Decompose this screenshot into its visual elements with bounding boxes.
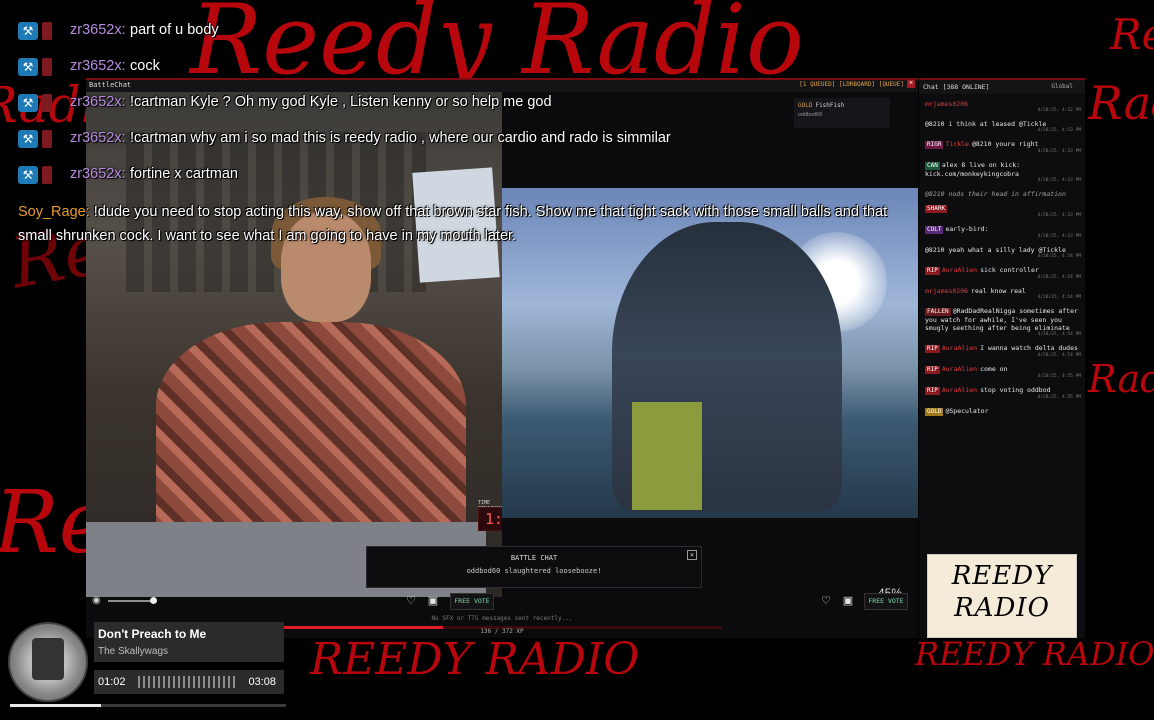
chat-timestamp: 4/28/25, 4:55 PM <box>1037 395 1081 400</box>
chat-text: cock <box>130 58 160 74</box>
waveform-icon <box>138 676 238 688</box>
chat-text: !cartman Kyle ? Oh my god Kyle , Listen … <box>130 94 552 110</box>
chat-message: RIP AuraAlien I wanna watch delta dudes 4/2… <box>925 344 1081 359</box>
chat-message: RIP AuraAlien stop voting oddbod 4/28/25, 4… <box>925 386 1081 401</box>
lock-icon[interactable]: ▣ <box>841 594 855 608</box>
battle-timer: 1:20 <box>478 507 502 531</box>
user-badge: GOLD <box>925 408 944 416</box>
music-progress-fill <box>10 704 102 707</box>
chat-username: zr3652x: <box>70 22 126 38</box>
chat-text: !dude you need to stop acting this way, … <box>18 204 888 244</box>
user-badge: RIP <box>925 366 940 374</box>
song-artist: The Skallywags <box>98 646 169 657</box>
user-badge: RIP <box>925 345 940 353</box>
chat-username: zr3652x: <box>70 94 126 110</box>
chat-text: I wanna watch delta dudes <box>980 344 1078 352</box>
user-badge: RIP <box>925 387 940 395</box>
heart-icon[interactable]: ♡ <box>819 594 833 608</box>
chat-username[interactable]: AuraAlien <box>942 386 977 394</box>
album-art <box>8 622 88 702</box>
logo-line-1: REEDY <box>951 561 1053 591</box>
chat-text: stop voting oddbod <box>980 386 1051 394</box>
chat-message: RIP AuraAlien sick controller 4/28/25, 4:54… <box>925 266 1081 281</box>
battle-chat-message: oddbod60 slaughtered loosebooze! <box>466 567 602 575</box>
background-scribble: REEDY RADIO <box>310 634 640 685</box>
bottle-icon <box>42 166 52 184</box>
chat-username: Soy_Rage: <box>18 204 90 220</box>
chat-text: !cartman why am i so mad this is reedy r… <box>130 130 671 146</box>
chat-message: FALLEN @RadDadRealNigga sometimes after y… <box>925 307 1081 338</box>
chat-message: GOLD @Speculator <box>925 407 1081 416</box>
chat-timestamp: 4/28/25, 4:54 PM <box>1037 254 1081 259</box>
logo-line-2: RADIO <box>954 593 1050 623</box>
chat-username[interactable]: AuraAlien <box>942 266 977 274</box>
hammer-icon: ⚒ <box>18 22 38 40</box>
album-art-figure <box>32 638 64 680</box>
chat-username: zr3652x: <box>70 166 126 182</box>
chat-timestamp: 4/28/25, 4:54 PM <box>1037 332 1081 337</box>
chat-timestamp: 4/28/25, 4:54 PM <box>1037 275 1081 280</box>
streamer-shirt <box>156 322 466 532</box>
hammer-icon: ⚒ <box>18 130 38 148</box>
chat-username[interactable]: AuraAlien <box>942 365 977 373</box>
battle-chat-header: BATTLE CHAT <box>510 554 558 562</box>
player-bar: 01:02 03:08 <box>94 670 284 694</box>
chat-text: sick controller <box>980 266 1039 274</box>
chat-timestamp: 4/28/25, 4:54 PM <box>1037 353 1081 358</box>
chat-text: @Speculator <box>945 407 989 415</box>
highlighted-chat-message: Soy_Rage: !dude you need to stop acting … <box>18 200 898 248</box>
lock-icon[interactable]: ▣ <box>426 594 440 608</box>
track-info-card: Don't Preach to Me The Skallywags <box>94 622 284 662</box>
chat-username[interactable]: AuraAlien <box>942 344 977 352</box>
reedy-radio-logo: REEDY RADIO <box>927 554 1077 638</box>
hammer-icon: ⚒ <box>18 166 38 184</box>
heart-icon[interactable]: ♡ <box>404 594 418 608</box>
overlay-chat: Soy_Rage: !dude you need to stop acting … <box>0 0 1154 250</box>
battle-chat-notification: BATTLE CHAT oddbod60 slaughtered loosebo… <box>366 546 702 588</box>
chat-text: fortine x cartman <box>130 166 238 182</box>
volume-icon[interactable]: ◉ <box>92 595 101 606</box>
music-progress-bar <box>10 704 286 707</box>
track-duration: 03:08 <box>248 676 276 688</box>
chat-username: zr3652x: <box>70 58 126 74</box>
chat-message: RIP AuraAlien come on 4/28/25, 4:55 PM <box>925 365 1081 380</box>
hammer-icon: ⚒ <box>18 94 38 112</box>
vote-controls-bar: ◉ ♡ ▣ FREE VOTE ♡ ▣ FREE VOTE <box>86 588 908 612</box>
bottle-icon <box>42 130 52 148</box>
background-scribble: Radio <box>1088 357 1154 401</box>
chat-timestamp: 4/28/25, 4:55 PM <box>1037 374 1081 379</box>
chat-timestamp: 4/28/25, 4:54 PM <box>1037 295 1081 300</box>
hammer-icon: ⚒ <box>18 58 38 76</box>
chat-text: real know real <box>971 287 1026 295</box>
close-icon[interactable]: × <box>687 550 697 560</box>
chat-username[interactable]: mrjames0206 <box>925 287 968 295</box>
chat-text: come on <box>980 365 1008 373</box>
user-badge: RIP <box>925 267 940 275</box>
can-object <box>632 402 702 510</box>
song-title: Don't Preach to Me <box>98 627 207 641</box>
chat-username: zr3652x: <box>70 130 126 146</box>
chat-message: mrjames0206 real know real 4/28/25, 4:54 P… <box>925 287 1081 301</box>
now-playing-widget: Don't Preach to Me The Skallywags 01:02 … <box>4 618 286 718</box>
free-vote-button-left[interactable]: FREE VOTE <box>450 593 494 610</box>
user-badge: FALLEN <box>925 308 951 316</box>
bottle-icon <box>42 94 52 112</box>
bottle-icon <box>42 22 52 40</box>
volume-slider[interactable] <box>108 600 152 602</box>
chat-text: part of u body <box>130 22 219 38</box>
background-scribble: REEDY RADIO <box>915 635 1154 673</box>
elapsed-time: 01:02 <box>98 676 126 688</box>
volume-knob[interactable] <box>150 597 157 604</box>
free-vote-button-right[interactable]: FREE VOTE <box>864 593 908 610</box>
bottle-icon <box>42 58 52 76</box>
